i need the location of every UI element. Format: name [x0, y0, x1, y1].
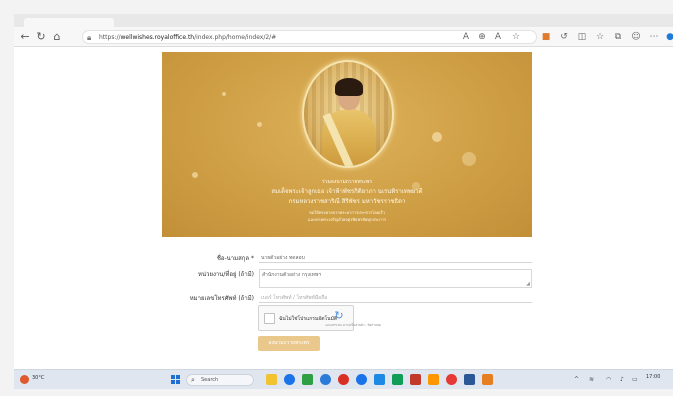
file-explorer-icon[interactable]: [266, 374, 277, 385]
collections-icon[interactable]: ⧉: [612, 31, 624, 43]
chrome-icon[interactable]: [356, 374, 367, 385]
back-arrow-icon[interactable]: ←: [18, 30, 32, 44]
name-input[interactable]: นายตัวอย่าง ทดสอบ: [261, 254, 305, 262]
address-value: สำนักงานตัวอย่าง กรุงเทพฯ: [262, 272, 322, 278]
copilot-icon[interactable]: ●: [664, 31, 673, 43]
weather-widget[interactable]: 30°C: [20, 374, 60, 386]
app-icon-orange-2[interactable]: [482, 374, 493, 385]
banner-title-line-1: สมเด็จพระเจ้าลูกเธอ เจ้าฟ้าพัชรกิติยาภา …: [271, 188, 423, 195]
reader-mode-icon[interactable]: A: [460, 31, 472, 43]
phone-field-underline: [259, 302, 532, 303]
app-icon-blue-2[interactable]: [374, 374, 385, 385]
address-label: หน่วยงาน/ที่อยู่ (ถ้ามี): [198, 271, 254, 278]
phone-label: หมายเลขโทรศัพท์ (ถ้ามี): [189, 295, 254, 302]
app-icon-red-2[interactable]: [446, 374, 457, 385]
app-icon-red[interactable]: [338, 374, 349, 385]
volume-icon[interactable]: ♪: [620, 376, 624, 384]
web-page: ร่วมลงนามถวายพระพร สมเด็จพระเจ้าลูกเธอ เ…: [14, 47, 673, 369]
banner-wish-line-1: ขอให้ทรงหายจากพระอาการประชวรโดยเร็ว: [309, 210, 385, 215]
weather-temperature: 30°C: [32, 375, 45, 381]
app-icon-orange[interactable]: [428, 374, 439, 385]
favorite-star-icon[interactable]: ☆: [510, 31, 522, 43]
browser-tab[interactable]: [24, 18, 114, 27]
start-button[interactable]: [171, 375, 181, 385]
app-icon-green[interactable]: [302, 374, 313, 385]
address-textarea[interactable]: สำนักงานตัวอย่าง กรุงเทพฯ ◢: [259, 269, 532, 288]
home-icon[interactable]: ⌂: [50, 30, 64, 44]
extension-icon[interactable]: ■: [540, 31, 552, 43]
recaptcha-logo-icon: ↻: [334, 309, 344, 322]
name-label: ชื่อ-นามสกุล *: [216, 255, 254, 262]
banner-heading: ร่วมลงนามถวายพระพร: [321, 179, 373, 185]
excel-icon[interactable]: [392, 374, 403, 385]
profile-icon[interactable]: ☺: [630, 31, 642, 43]
lock-icon: 🔒︎: [87, 33, 92, 42]
weather-icon: [20, 375, 29, 384]
url-text: https://wellwishes.royaloffice.th/index.…: [99, 34, 277, 41]
refresh-circle-icon[interactable]: ↺: [558, 31, 570, 43]
chevron-up-icon[interactable]: ^: [574, 376, 579, 384]
wifi-icon[interactable]: ◠: [606, 376, 611, 384]
name-field-underline: [259, 262, 532, 263]
banner-title-line-2: กรมหลวงราชสาริณี สิริพัชร มหาวัชรราชธิดา: [288, 198, 406, 205]
more-menu-icon[interactable]: ⋯: [648, 31, 660, 43]
powerpoint-icon[interactable]: [410, 374, 421, 385]
windows-taskbar: 30°C ⌕ Search ^ ≋ ◠ ♪ ▭ 17:00: [14, 369, 673, 389]
favorites-icon[interactable]: ☆: [594, 31, 606, 43]
search-placeholder: Search: [201, 377, 219, 383]
tribute-banner: ร่วมลงนามถวายพระพร สมเด็จพระเจ้าลูกเธอ เ…: [162, 52, 532, 237]
split-screen-icon[interactable]: ◫: [576, 31, 588, 43]
recaptcha-checkbox[interactable]: [264, 313, 275, 324]
banner-wish-line-2: และทรงพระเจริญด้วยจตุรพิธพรชัยทุกประการ: [307, 217, 387, 222]
read-aloud-icon[interactable]: A: [492, 31, 504, 43]
search-icon: ⌕: [191, 376, 195, 384]
edge-browser-icon[interactable]: [284, 374, 295, 385]
taskbar-search[interactable]: ⌕ Search: [186, 374, 254, 386]
app-icon-blue[interactable]: [320, 374, 331, 385]
recaptcha-label: ฉันไม่ใช่โปรแกรมอัตโนมัติ: [279, 316, 338, 322]
battery-icon[interactable]: ▭: [632, 376, 638, 384]
screen: ← ↻ ⌂ 🔒︎ https://wellwishes.royaloffice.…: [0, 0, 673, 396]
recaptcha-terms: reCAPTCHA ความเป็นส่วนตัว - ข้อกำหนด: [325, 323, 381, 327]
network-icon[interactable]: ≋: [589, 376, 594, 384]
tab-strip: [14, 14, 673, 27]
zoom-icon[interactable]: ⊕: [476, 31, 488, 43]
resize-handle-icon[interactable]: ◢: [526, 281, 530, 287]
royal-portrait: [302, 60, 394, 168]
submit-button[interactable]: ลงนามถวายพระพร: [258, 336, 320, 351]
taskbar-clock[interactable]: 17:00: [646, 374, 660, 380]
phone-input[interactable]: เบอร์ โทรศัพท์ / โทรศัพท์มือถือ: [261, 294, 327, 302]
address-bar: ← ↻ ⌂ 🔒︎ https://wellwishes.royaloffice.…: [14, 27, 673, 47]
recaptcha-widget: ฉันไม่ใช่โปรแกรมอัตโนมัติ ↻ reCAPTCHA คว…: [258, 305, 381, 331]
refresh-icon[interactable]: ↻: [34, 30, 48, 44]
word-icon[interactable]: [464, 374, 475, 385]
